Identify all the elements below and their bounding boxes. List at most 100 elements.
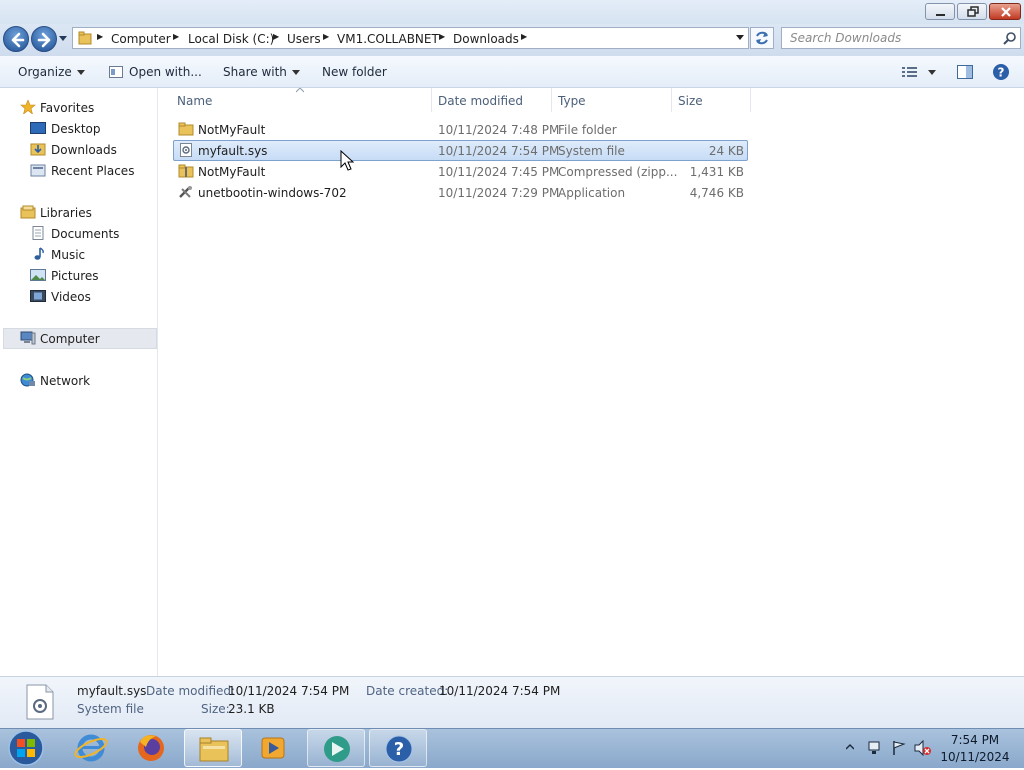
- chevron-down-icon: [76, 70, 85, 75]
- nav-videos-label: Videos: [51, 290, 91, 304]
- address-dropdown-icon[interactable]: [735, 34, 745, 42]
- windows-logo-icon: [8, 730, 44, 766]
- minimize-icon: [936, 14, 945, 16]
- taskbar-windows-explorer[interactable]: [184, 729, 242, 767]
- file-type: Application: [558, 186, 626, 200]
- breadcrumb-local-disk[interactable]: Local Disk (C:): [188, 32, 274, 46]
- file-date-modified: 10/11/2024 7:54 PM: [438, 144, 560, 158]
- new-folder-button[interactable]: New folder: [322, 65, 387, 79]
- recent-pages-dropdown[interactable]: [59, 33, 67, 43]
- nav-desktop-label: Desktop: [51, 122, 101, 136]
- column-divider[interactable]: [750, 88, 751, 112]
- show-hidden-icons-icon[interactable]: [846, 744, 854, 750]
- new-folder-label: New folder: [322, 65, 387, 79]
- search-icon[interactable]: [1003, 31, 1017, 45]
- preview-pane-button[interactable]: [957, 64, 973, 83]
- system-file-large-icon: [26, 684, 54, 720]
- forward-button[interactable]: [31, 26, 57, 52]
- nav-desktop[interactable]: Desktop: [30, 121, 101, 136]
- nav-pictures-label: Pictures: [51, 269, 99, 283]
- file-name[interactable]: myfault.sys: [198, 144, 267, 158]
- clock-time[interactable]: 7:54 PM: [940, 733, 1010, 747]
- breadcrumb-users[interactable]: Users: [287, 32, 321, 46]
- back-button[interactable]: [3, 26, 29, 52]
- start-button[interactable]: [4, 729, 48, 767]
- column-header-name[interactable]: Name: [177, 94, 212, 108]
- minimize-button[interactable]: [925, 3, 955, 20]
- taskbar-app-open[interactable]: [307, 729, 365, 767]
- file-name[interactable]: unetbootin-windows-702: [198, 186, 347, 200]
- taskbar-help-and-support[interactable]: ?: [369, 729, 427, 767]
- file-type: File folder: [558, 123, 617, 137]
- help-button[interactable]: ?: [992, 63, 1010, 84]
- taskbar-media-player[interactable]: [244, 729, 302, 767]
- nav-videos[interactable]: Videos: [30, 289, 91, 304]
- search-input[interactable]: Search Downloads: [790, 31, 901, 45]
- svg-text:?: ?: [998, 66, 1005, 80]
- app-logo-icon: [324, 736, 350, 762]
- restore-button[interactable]: [957, 3, 987, 20]
- nav-computer-label: Computer: [40, 332, 100, 346]
- organize-button[interactable]: Organize: [18, 65, 85, 79]
- column-divider[interactable]: [431, 88, 432, 112]
- column-header-date-modified[interactable]: Date modified: [438, 94, 523, 108]
- nav-libraries[interactable]: Libraries: [20, 205, 92, 220]
- refresh-button[interactable]: [750, 27, 774, 49]
- nav-downloads[interactable]: Downloads: [30, 142, 117, 157]
- breadcrumb-computer[interactable]: Computer: [111, 32, 171, 46]
- open-with-button[interactable]: Open with...: [109, 65, 202, 79]
- share-with-button[interactable]: Share with: [223, 65, 300, 79]
- breadcrumb-user[interactable]: VM1.COLLABNET: [337, 32, 439, 46]
- nav-documents[interactable]: Documents: [30, 226, 119, 241]
- close-button[interactable]: [989, 3, 1021, 20]
- details-date-modified-label: Date modified:: [146, 684, 236, 698]
- nav-network-label: Network: [40, 374, 91, 388]
- details-filename: myfault.sys: [77, 684, 147, 698]
- breadcrumb-downloads[interactable]: Downloads: [453, 32, 519, 46]
- column-divider[interactable]: [671, 88, 672, 112]
- sort-ascending-icon: [296, 88, 304, 93]
- nav-recent-places[interactable]: Recent Places: [30, 163, 134, 178]
- media-player-icon: [261, 737, 285, 759]
- view-details-icon: [902, 67, 936, 77]
- column-header-size[interactable]: Size: [678, 94, 703, 108]
- file-name[interactable]: NotMyFault: [198, 165, 265, 179]
- search-box[interactable]: Search Downloads: [781, 27, 1021, 49]
- column-header-type[interactable]: Type: [558, 94, 586, 108]
- taskbar-internet-explorer[interactable]: [62, 729, 120, 767]
- explorer-folder-icon: [199, 737, 229, 762]
- nav-computer[interactable]: Computer: [20, 331, 100, 346]
- nav-recent-places-label: Recent Places: [51, 164, 135, 178]
- action-center-flag-icon[interactable]: [891, 740, 907, 756]
- volume-muted-icon[interactable]: [914, 740, 932, 756]
- clock-date[interactable]: 10/11/2024: [940, 750, 1010, 764]
- change-view-button[interactable]: [902, 64, 942, 83]
- back-arrow-icon: [11, 32, 25, 48]
- file-date-modified: 10/11/2024 7:45 PM: [438, 165, 560, 179]
- downloads-folder-icon: [30, 143, 46, 156]
- nav-pictures[interactable]: Pictures: [30, 268, 99, 283]
- address-bar[interactable]: ▶ Computer ▶ Local Disk (C:) ▶ Users ▶ V…: [72, 27, 749, 49]
- file-type: Compressed (zipp...: [558, 165, 678, 179]
- application-icon: [179, 186, 192, 198]
- title-bar: [0, 0, 1024, 24]
- details-filetype: System file: [77, 702, 144, 716]
- nav-downloads-label: Downloads: [51, 143, 117, 157]
- breadcrumb-separator-icon: ▶: [439, 32, 446, 41]
- nav-favorites[interactable]: Favorites: [20, 99, 94, 115]
- firefox-icon: [138, 735, 164, 761]
- file-name[interactable]: NotMyFault: [198, 123, 265, 137]
- open-with-label: Open with...: [129, 65, 202, 79]
- open-with-icon: [109, 66, 123, 78]
- taskbar-firefox[interactable]: [122, 729, 180, 767]
- nav-music[interactable]: Music: [30, 247, 85, 262]
- help-support-icon: ?: [385, 735, 413, 763]
- network-tray-icon[interactable]: [866, 740, 882, 756]
- close-icon: [1001, 7, 1011, 17]
- breadcrumb-separator-icon: ▶: [173, 32, 180, 41]
- details-date-modified: 10/11/2024 7:54 PM: [228, 684, 350, 698]
- file-size: 4,746 KB: [689, 186, 744, 200]
- nav-network[interactable]: Network: [20, 373, 90, 388]
- share-with-label: Share with: [223, 65, 287, 79]
- column-divider[interactable]: [551, 88, 552, 112]
